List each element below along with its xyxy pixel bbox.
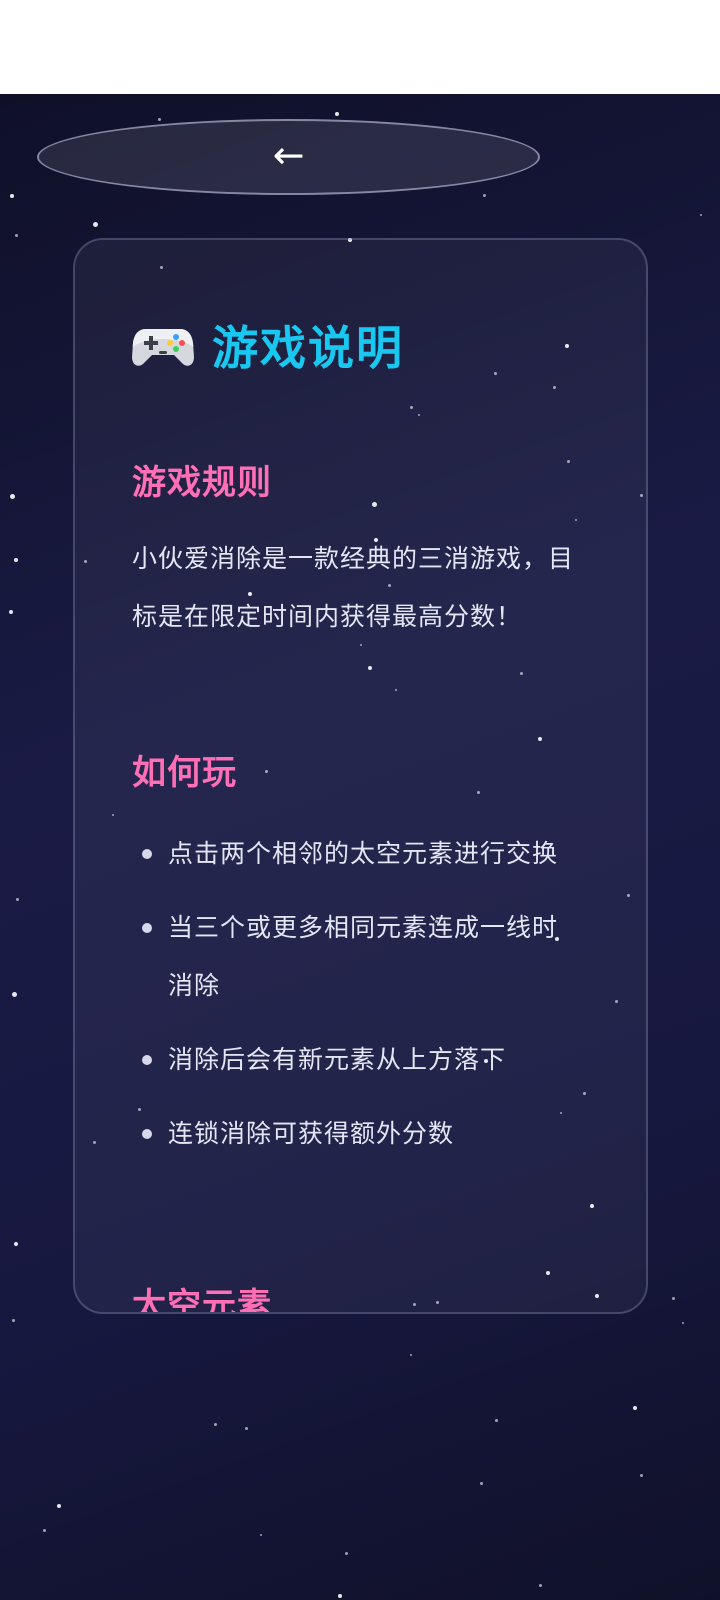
how-to-play-list: 点击两个相邻的太空元素进行交换 当三个或更多相同元素连成一线时消除 消除后会有新… (132, 825, 582, 1179)
section-heading-rules: 游戏规则 (132, 463, 272, 503)
list-item: 点击两个相邻的太空元素进行交换 (132, 825, 582, 883)
star (16, 898, 19, 901)
star (158, 118, 161, 121)
star (10, 194, 14, 198)
star (700, 214, 702, 216)
star (15, 234, 18, 237)
star (335, 112, 339, 116)
star (57, 1504, 61, 1508)
list-item-text: 当三个或更多相同元素连成一线时消除 (168, 913, 559, 1000)
star (14, 558, 18, 562)
star (43, 1529, 46, 1532)
page-title: 游戏说明 (212, 321, 404, 375)
star (480, 1482, 483, 1485)
list-item-text: 消除后会有新元素从上方落下 (168, 1045, 507, 1074)
star (10, 494, 15, 499)
star (495, 1419, 498, 1422)
star (483, 194, 486, 197)
star (539, 1584, 542, 1587)
star (12, 992, 17, 997)
star (672, 1297, 675, 1300)
star (93, 222, 98, 227)
bullet-dot-icon (142, 849, 152, 859)
list-item-text: 连锁消除可获得额外分数 (168, 1119, 455, 1148)
back-button[interactable]: ← (37, 119, 540, 195)
title-row: 游戏说明 (132, 312, 404, 378)
star (245, 1427, 248, 1430)
star (12, 1319, 15, 1322)
status-bar-area (0, 0, 720, 94)
list-item: 连锁消除可获得额外分数 (132, 1105, 582, 1163)
star (9, 610, 13, 614)
back-arrow-icon: ← (272, 133, 305, 177)
list-item-text: 点击两个相邻的太空元素进行交换 (168, 839, 559, 868)
rules-paragraph: 小伙爱消除是一款经典的三消游戏，目标是在限定时间内获得最高分数！ (132, 544, 575, 631)
star (410, 1354, 412, 1356)
instructions-card: 游戏说明 游戏规则 小伙爱消除是一款经典的三消游戏，目标是在限定时间内获得最高分… (73, 238, 648, 1314)
bullet-dot-icon (142, 923, 152, 933)
star (633, 1406, 637, 1410)
gamepad-icon (132, 329, 194, 366)
star (260, 1534, 262, 1536)
star (14, 1242, 18, 1246)
list-item: 当三个或更多相同元素连成一线时消除 (132, 899, 582, 1015)
star (640, 1474, 643, 1477)
star (338, 1594, 342, 1598)
list-item: 消除后会有新元素从上方落下 (132, 1031, 582, 1089)
star (682, 1322, 684, 1324)
star (214, 1423, 217, 1426)
bullet-dot-icon (142, 1129, 152, 1139)
section-heading-how-to-play: 如何玩 (132, 753, 237, 793)
space-background: ← 游戏说明 游戏规则 小伙爱消除是一款经典的三消游戏，目标是在限定时间内获得最… (0, 94, 720, 1600)
section-heading-space-elements: 太空元素 (132, 1286, 272, 1314)
bullet-dot-icon (142, 1055, 152, 1065)
star (345, 1552, 348, 1555)
